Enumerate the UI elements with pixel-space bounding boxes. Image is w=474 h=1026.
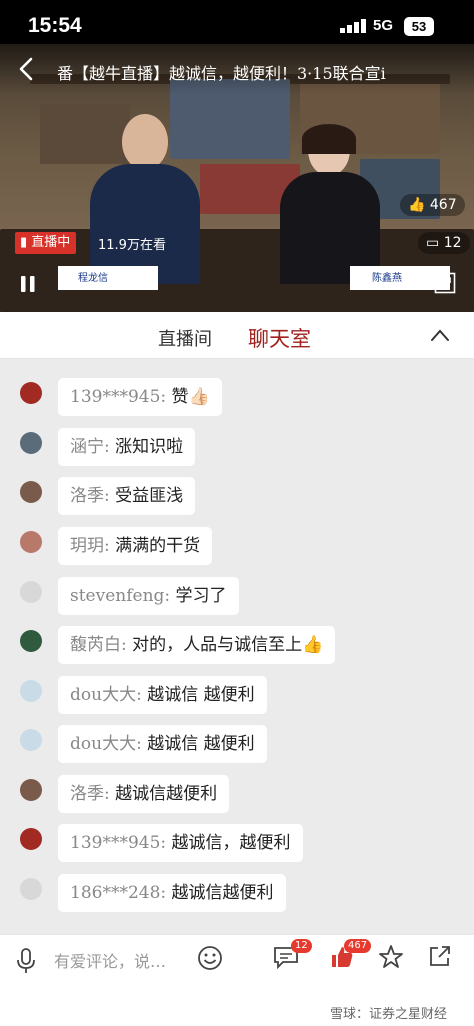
- chat-message: 洛季: 受益匪浅: [0, 477, 474, 517]
- chat-bubble: dou大大: 越诚信 越便利: [58, 725, 267, 763]
- avatar[interactable]: [20, 432, 42, 454]
- chat-message: 涵宁: 涨知识啦: [0, 428, 474, 468]
- status-bar: 15:54 5G 53: [0, 0, 474, 44]
- chat-bubble: 涵宁: 涨知识啦: [58, 428, 196, 466]
- avatar[interactable]: [20, 481, 42, 503]
- avatar[interactable]: [20, 729, 42, 751]
- chat-bubble: 玥玥: 满满的干货: [58, 527, 213, 565]
- live-badge: ▮ 直播中: [15, 232, 77, 254]
- video-like-count: 467: [429, 197, 457, 213]
- back-arrow-icon[interactable]: [14, 56, 40, 82]
- chat-author: 139***945:: [70, 387, 167, 407]
- fullscreen-icon[interactable]: [434, 272, 456, 294]
- chat-author: dou大大:: [70, 685, 142, 705]
- avatar[interactable]: [20, 828, 42, 850]
- video-comment-count: 12: [443, 235, 462, 251]
- chat-author: 139***945:: [70, 833, 167, 853]
- watermark: 雪球：证券之星财经: [330, 1007, 448, 1022]
- chat-author: stevenfeng:: [70, 586, 171, 606]
- chevron-up-icon[interactable]: [430, 328, 450, 342]
- tab-chat-room[interactable]: 聊天室: [248, 323, 311, 353]
- avatar[interactable]: [20, 779, 42, 801]
- live-label: 直播中: [31, 235, 71, 250]
- chat-message: dou大大: 越诚信 越便利: [0, 676, 474, 716]
- chat-message: 139***945: 赞👍🏻: [0, 378, 474, 418]
- avatar[interactable]: [20, 630, 42, 652]
- chat-message: 馥芮白: 对的，人品与诚信至上👍: [0, 626, 474, 666]
- live-video-player[interactable]: 程龙信 陈鑫燕 番【越牛直播】越诚信，越便利！3·15联合宣i ▮ 直播中 11…: [0, 44, 474, 312]
- host-left-nameplate: 程龙信: [58, 266, 158, 290]
- bottom-action-bar: 有爱评论，说… 12 467 雪球：证券之星财经: [0, 934, 474, 1026]
- host-left: [90, 114, 200, 284]
- chat-text: 赞👍🏻: [171, 387, 210, 407]
- video-like-button[interactable]: 👍 467: [400, 194, 465, 216]
- chat-text: 越诚信 越便利: [147, 734, 255, 754]
- avatar[interactable]: [20, 531, 42, 553]
- chat-bubble: 139***945: 赞👍🏻: [58, 378, 222, 416]
- chat-message: 洛季: 越诚信越便利: [0, 775, 474, 815]
- chat-text: 满满的干货: [115, 536, 201, 556]
- avatar[interactable]: [20, 382, 42, 404]
- chat-text: 越诚信越便利: [171, 883, 274, 903]
- chat-bubble: dou大大: 越诚信 越便利: [58, 676, 267, 714]
- pause-icon[interactable]: [18, 274, 38, 294]
- chat-text: 越诚信 越便利: [147, 685, 255, 705]
- chat-text: 学习了: [175, 586, 227, 606]
- viewer-count: 11.9万在看: [98, 238, 166, 253]
- chat-text: 越诚信越便利: [115, 784, 218, 804]
- like-badge: 467: [344, 939, 372, 953]
- tab-bar: 直播间 聊天室: [0, 312, 474, 359]
- chat-author: 馥芮白:: [70, 635, 127, 655]
- battery-icon: 53: [404, 17, 434, 36]
- video-comment-button[interactable]: ▭ 12: [418, 232, 470, 254]
- chat-bubble: 139***945: 越诚信，越便利: [58, 824, 303, 862]
- chat-bubble: 洛季: 越诚信越便利: [58, 775, 230, 813]
- chat-author: 186***248:: [70, 883, 167, 903]
- avatar[interactable]: [20, 581, 42, 603]
- chat-text: 越诚信，越便利: [171, 833, 291, 853]
- chat-bubble: 186***248: 越诚信越便利: [58, 874, 286, 912]
- host-left-name: 程龙信: [78, 273, 108, 284]
- chat-message: 186***248: 越诚信越便利: [0, 874, 474, 914]
- chat-message: 玥玥: 满满的干货: [0, 527, 474, 567]
- chat-author: 洛季:: [70, 784, 110, 804]
- video-title: 番【越牛直播】越诚信，越便利！3·15联合宣i: [57, 64, 386, 83]
- tab-live-room[interactable]: 直播间: [158, 325, 212, 351]
- live-wave-icon: ▮: [20, 235, 28, 250]
- chat-author: dou大大:: [70, 734, 142, 754]
- chat-text: 受益匪浅: [115, 486, 184, 506]
- chat-bubble: 洛季: 受益匪浅: [58, 477, 196, 515]
- avatar[interactable]: [20, 680, 42, 702]
- chat-text: 对的，人品与诚信至上👍: [132, 635, 324, 655]
- host-right: [280, 124, 380, 284]
- thumbs-up-icon: 👍: [408, 197, 426, 213]
- star-icon[interactable]: [378, 944, 404, 970]
- chat-bubble: 馥芮白: 对的，人品与诚信至上👍: [58, 626, 336, 664]
- chat-author: 涵宁:: [70, 437, 110, 457]
- chat-author: 洛季:: [70, 486, 110, 506]
- avatar[interactable]: [20, 878, 42, 900]
- host-right-name: 陈鑫燕: [372, 273, 402, 284]
- emoji-icon[interactable]: [197, 945, 223, 971]
- chat-list[interactable]: 139***945: 赞👍🏻 涵宁: 涨知识啦 洛季: 受益匪浅 玥玥: 满满的…: [0, 360, 474, 934]
- chat-bubble: stevenfeng: 学习了: [58, 577, 239, 615]
- share-icon[interactable]: [428, 944, 452, 968]
- chat-text: 涨知识啦: [115, 437, 184, 457]
- chat-message: stevenfeng: 学习了: [0, 577, 474, 617]
- comment-badge: 12: [291, 939, 312, 953]
- clock: 15:54: [28, 14, 82, 37]
- comment-input[interactable]: 有爱评论，说…: [54, 949, 184, 975]
- microphone-icon[interactable]: [16, 947, 36, 975]
- signal-icon: [340, 19, 366, 33]
- network-type: 5G: [373, 17, 394, 34]
- chat-message: dou大大: 越诚信 越便利: [0, 725, 474, 765]
- chat-author: 玥玥:: [70, 536, 110, 556]
- chat-message: 139***945: 越诚信，越便利: [0, 824, 474, 864]
- comment-icon: ▭: [426, 235, 440, 251]
